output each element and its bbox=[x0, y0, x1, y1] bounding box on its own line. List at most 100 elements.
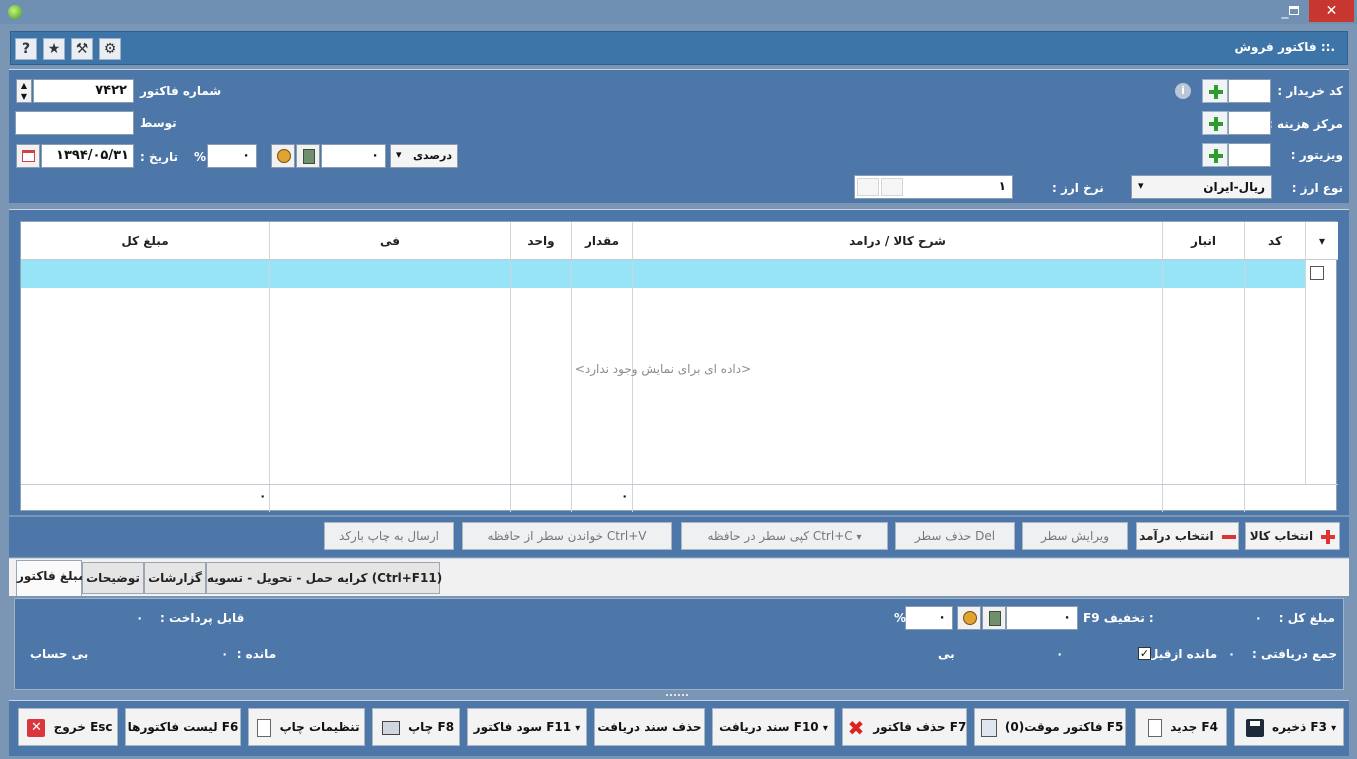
prev-balance-checkbox[interactable]: ✓ bbox=[1138, 647, 1151, 660]
tools-icon[interactable]: ⚒ bbox=[71, 38, 93, 60]
invoice-list-button[interactable]: لیست فاکتورها F6 bbox=[125, 708, 241, 746]
amount-total: ۰ bbox=[259, 489, 267, 503]
buyer-code-input[interactable] bbox=[1228, 79, 1271, 103]
total-amount: مبلغ کل : ۰ bbox=[1254, 611, 1335, 625]
delete-x-icon: ✖ bbox=[847, 715, 865, 740]
tab-reports[interactable]: گزارشات bbox=[144, 562, 206, 594]
percent-input[interactable]: ۰ bbox=[207, 144, 257, 168]
save-button[interactable]: ذخیره F3 ▾ bbox=[1234, 708, 1344, 746]
invoice-profit-button[interactable]: سود فاکتور F11 ▾ bbox=[467, 708, 587, 746]
panel-splitter[interactable] bbox=[666, 694, 688, 698]
help-icon[interactable]: ? bbox=[15, 38, 37, 60]
add-cost-center-icon[interactable] bbox=[1202, 111, 1228, 135]
row-checkbox[interactable] bbox=[1310, 266, 1324, 280]
exit-x-icon: ✕ bbox=[27, 718, 46, 737]
column-total-amount[interactable]: مبلغ کل bbox=[21, 222, 269, 260]
print-button[interactable]: چاپ F8 bbox=[372, 708, 460, 746]
discount-label: F9 تخفیف : bbox=[1083, 611, 1154, 625]
mode-select[interactable]: درصدی ▾ bbox=[390, 144, 458, 168]
column-unit-price[interactable]: فی bbox=[269, 222, 510, 260]
chevron-down-icon: ▾ bbox=[856, 532, 862, 543]
received-total: جمع دریافتی : ۰ bbox=[1227, 647, 1337, 661]
filter-icon[interactable]: ▾ bbox=[1305, 222, 1338, 260]
add-visitor-icon[interactable] bbox=[1202, 143, 1228, 167]
exchange-rate-label: نرخ ارز : bbox=[1052, 181, 1104, 195]
maximize-button[interactable] bbox=[1282, 0, 1306, 22]
amount-input[interactable]: ۰ bbox=[321, 144, 386, 168]
prev-balance-label: مانده ازقبل bbox=[1148, 647, 1218, 661]
minus-icon bbox=[1221, 534, 1236, 539]
discount-percent-input[interactable]: ۰ bbox=[905, 606, 953, 630]
send-barcode-button[interactable]: ارسال به چاپ بارکد bbox=[324, 522, 454, 550]
calendar-icon[interactable] bbox=[16, 144, 40, 168]
column-description[interactable]: شرح کالا / درامد bbox=[632, 222, 1162, 260]
quantity-total: ۰ bbox=[621, 489, 629, 503]
new-document-icon bbox=[1148, 718, 1163, 737]
currency-type-select[interactable]: ریال-ایران ▾ bbox=[1131, 175, 1272, 199]
date-input[interactable]: ۱۳۹۴/۰۵/۳۱ bbox=[41, 144, 134, 168]
header-title-prefix: .:: bbox=[1320, 40, 1335, 54]
print-settings-button[interactable]: تنظیمات چاپ bbox=[248, 708, 365, 746]
tab-descriptions[interactable]: توضیحات bbox=[82, 562, 144, 594]
invoice-number-label: شماره فاکتور bbox=[140, 84, 222, 98]
calculator-icon[interactable] bbox=[296, 144, 320, 168]
temp-invoice-button[interactable]: فاکتور موقت(0) F5 bbox=[974, 708, 1126, 746]
maximize-icon bbox=[1289, 6, 1299, 15]
visitor-label: ویزیتور : bbox=[1290, 148, 1343, 162]
chevron-down-icon: ▾ bbox=[822, 723, 828, 734]
currency-type-label: نوع ارز : bbox=[1291, 181, 1343, 195]
paste-row-button[interactable]: خواندن سطر از حافظه Ctrl+V bbox=[462, 522, 672, 550]
receipt-doc-button[interactable]: سند دریافت F10 ▾ bbox=[712, 708, 835, 746]
tab-shipping[interactable]: کرایه حمل - تحویل - تسویه (Ctrl+F11) bbox=[206, 562, 442, 594]
delete-row-button[interactable]: حذف سطر Del bbox=[895, 522, 1015, 550]
coins-icon[interactable] bbox=[957, 606, 981, 630]
form-header: .:: فاکتور فروش ⚙ ⚒ ★ ? bbox=[10, 31, 1348, 65]
copy-row-button[interactable]: کپی سطر در حافظه Ctrl+C ▾ bbox=[681, 522, 888, 550]
info-icon[interactable]: i bbox=[1175, 83, 1191, 99]
by-label: توسط bbox=[140, 116, 177, 130]
discount-percent-symbol: % bbox=[894, 611, 907, 625]
by-input[interactable] bbox=[15, 111, 134, 135]
star-icon[interactable]: ★ bbox=[43, 38, 65, 60]
edit-row-button[interactable]: ویرایش سطر bbox=[1022, 522, 1128, 550]
payable-amount: قابل پرداخت : ۰ bbox=[136, 611, 245, 625]
chevron-down-icon: ▾ bbox=[1331, 723, 1337, 734]
calculator-icon[interactable] bbox=[982, 606, 1006, 630]
plus-icon bbox=[1321, 529, 1336, 544]
close-button[interactable]: ✕ bbox=[1309, 0, 1354, 22]
page-title: فاکتور فروش bbox=[1234, 40, 1317, 54]
cost-center-input[interactable] bbox=[1228, 111, 1271, 135]
column-warehouse[interactable]: انبار bbox=[1162, 222, 1244, 260]
app-icon bbox=[8, 5, 22, 19]
items-grid: ▾ کد انبار شرح کالا / درامد مقدار واحد ف… bbox=[20, 221, 1338, 512]
grid-footer bbox=[21, 484, 1338, 512]
empty-message: <داده ای برای نمایش وجود ندارد> bbox=[574, 362, 752, 376]
select-product-button[interactable]: انتخاب کالا bbox=[1245, 522, 1340, 550]
delete-invoice-button[interactable]: ✖ حذف فاکتور F7 bbox=[842, 708, 967, 746]
new-button[interactable]: جدید F4 bbox=[1135, 708, 1227, 746]
invoice-number-input[interactable]: ۷۴۲۲ bbox=[33, 79, 134, 103]
delete-receipt-button[interactable]: حذف سند دریافت bbox=[594, 708, 705, 746]
chevron-down-icon: ▾ bbox=[575, 723, 581, 734]
discount-input[interactable]: ۰ bbox=[1006, 606, 1078, 630]
window-titlebar bbox=[0, 0, 1357, 24]
visitor-input[interactable] bbox=[1228, 143, 1271, 167]
select-income-button[interactable]: انتخاب درآمد bbox=[1136, 522, 1239, 550]
table-row[interactable] bbox=[21, 260, 1305, 288]
exchange-rate-input[interactable]: ۱ bbox=[854, 175, 1013, 199]
gear-icon[interactable]: ⚙ bbox=[99, 38, 121, 60]
invoice-number-spinner[interactable]: ▲ ▼ bbox=[16, 79, 32, 103]
add-buyer-icon[interactable] bbox=[1202, 79, 1228, 103]
coins-icon[interactable] bbox=[271, 144, 295, 168]
exchange-spin-icon[interactable] bbox=[857, 178, 879, 196]
exit-button[interactable]: ✕ خروج Esc bbox=[18, 708, 118, 746]
column-code[interactable]: کد bbox=[1244, 222, 1305, 260]
balance-status: بی bbox=[938, 647, 955, 661]
printer-icon bbox=[381, 720, 400, 735]
prev-balance-value: ۰ bbox=[1056, 647, 1064, 661]
column-unit[interactable]: واحد bbox=[510, 222, 571, 260]
exchange-calc-icon[interactable] bbox=[881, 178, 903, 196]
column-quantity[interactable]: مقدار bbox=[571, 222, 632, 260]
tab-invoice-amount[interactable]: مبلغ فاکتور bbox=[16, 560, 85, 596]
date-label: تاریخ : bbox=[140, 150, 179, 164]
